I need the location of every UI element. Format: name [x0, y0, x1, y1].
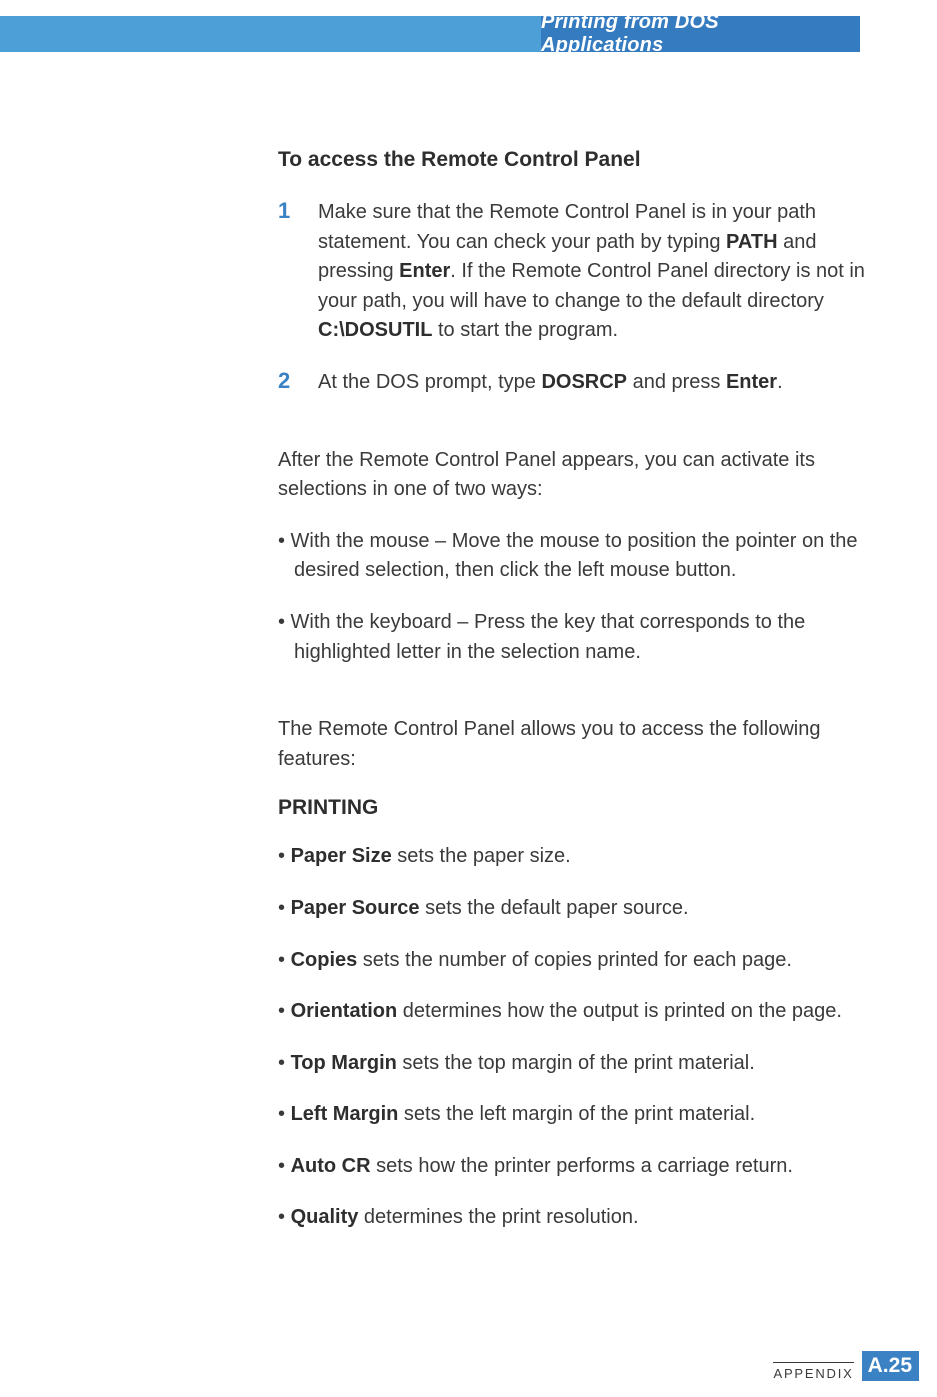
features-paragraph: The Remote Control Panel allows you to a… [278, 715, 868, 774]
text: . [777, 371, 783, 393]
text: sets the left margin of the print materi… [398, 1103, 755, 1125]
printing-bullet-orientation: • Orientation determines how the output … [278, 997, 868, 1027]
label: Left Margin [291, 1103, 399, 1125]
printing-bullet-paper-source: • Paper Source sets the default paper so… [278, 894, 868, 924]
bold: Enter [399, 260, 450, 282]
bold: Enter [726, 371, 777, 393]
step-2: 2 At the DOS prompt, type DOSRCP and pre… [278, 368, 868, 398]
text: sets the paper size. [392, 845, 571, 867]
label: Auto CR [291, 1155, 371, 1177]
bold: PATH [726, 231, 777, 253]
text: sets how the printer performs a carriage… [371, 1155, 793, 1177]
step-1-text: Make sure that the Remote Control Panel … [318, 198, 868, 346]
footer-appendix-label: APPENDIX [773, 1362, 853, 1381]
printing-bullet-quality: • Quality determines the print resolutio… [278, 1203, 868, 1233]
text: determines the print resolution. [358, 1206, 638, 1228]
printing-bullet-left-margin: • Left Margin sets the left margin of th… [278, 1100, 868, 1130]
printing-bullet-auto-cr: • Auto CR sets how the printer performs … [278, 1152, 868, 1182]
after-paragraph: After the Remote Control Panel appears, … [278, 446, 868, 505]
text: to start the program. [432, 319, 618, 341]
step-2-text: At the DOS prompt, type DOSRCP and press… [318, 368, 868, 398]
text: sets the number of copies printed for ea… [357, 949, 792, 971]
printing-bullet-copies: • Copies sets the number of copies print… [278, 946, 868, 976]
step-2-number: 2 [278, 368, 318, 398]
footer-page-prefix: A. [868, 1354, 889, 1377]
text: sets the top margin of the print materia… [397, 1052, 755, 1074]
text: and press [627, 371, 726, 393]
step-1-number: 1 [278, 198, 318, 346]
section-title: To access the Remote Control Panel [278, 148, 868, 172]
activate-bullet-mouse: • With the mouse – Move the mouse to pos… [278, 527, 868, 586]
text: sets the default paper source. [420, 897, 689, 919]
step-1: 1 Make sure that the Remote Control Pane… [278, 198, 868, 346]
label: Paper Source [291, 897, 420, 919]
page-content: To access the Remote Control Panel 1 Mak… [278, 148, 868, 1255]
printing-heading: PRINTING [278, 796, 868, 820]
text: At the DOS prompt, type [318, 371, 541, 393]
footer-page-num: 25 [889, 1354, 912, 1377]
activate-bullet-keyboard: • With the keyboard – Press the key that… [278, 608, 868, 667]
text: determines how the output is printed on … [397, 1000, 842, 1022]
header-bar: Printing from DOS Applications [0, 16, 860, 52]
label: Top Margin [291, 1052, 397, 1074]
printing-bullet-top-margin: • Top Margin sets the top margin of the … [278, 1049, 868, 1079]
label: Quality [291, 1206, 359, 1228]
header-bar-title: Printing from DOS Applications [541, 16, 860, 52]
header-bar-left [0, 16, 541, 52]
bold: C:\DOSUTIL [318, 319, 432, 341]
bold: DOSRCP [541, 371, 627, 393]
label: Paper Size [291, 845, 392, 867]
printing-bullet-paper-size: • Paper Size sets the paper size. [278, 842, 868, 872]
footer-page-number: A.25 [862, 1351, 919, 1381]
page-footer: APPENDIX A.25 [773, 1351, 919, 1381]
label: Copies [291, 949, 358, 971]
label: Orientation [291, 1000, 398, 1022]
